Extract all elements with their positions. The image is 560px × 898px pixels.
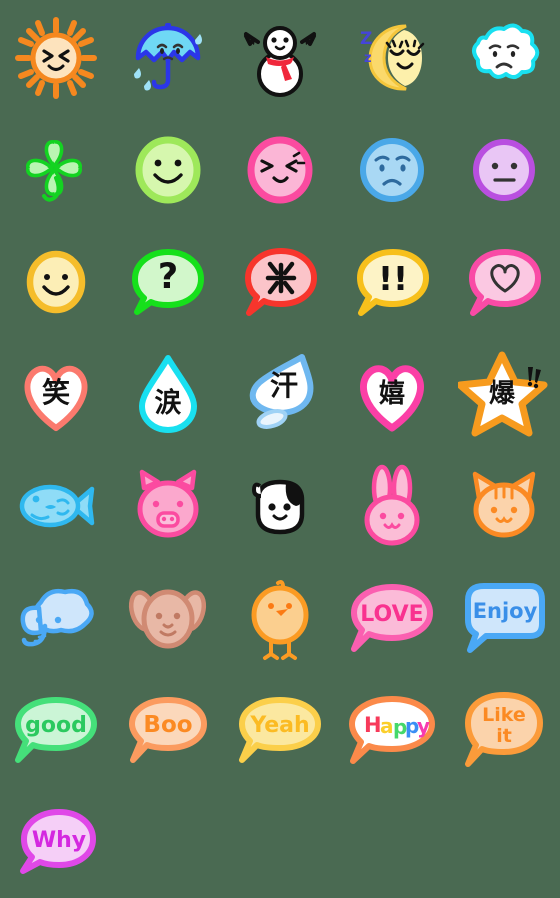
emoji-cell-speech-bubble-love[interactable]: LOVE: [336, 562, 448, 674]
speech-bubble-exclamation-icon: !!: [357, 249, 429, 316]
exclamation-glyph: !!: [378, 259, 408, 298]
emoji-cell-speech-bubble-like-it[interactable]: Like it: [448, 674, 560, 786]
emoji-cell-teardrop-kanji-namida[interactable]: 涙: [112, 338, 224, 450]
small-sweat-drop: [256, 409, 288, 429]
sun-smiling-icon: [15, 17, 97, 99]
face-smile-green-icon: [135, 136, 201, 204]
star-kanji-baku-icon: 爆: [458, 351, 548, 437]
emoji-cell-sun-smiling[interactable]: [0, 2, 112, 114]
emoji-cell-speech-bubble-enjoy[interactable]: Enjoy: [448, 562, 560, 674]
speech-bubble-why-icon: Why: [20, 809, 96, 874]
face-smile-yellow-icon: [26, 250, 86, 314]
emoji-cell-umbrella-rain-sad[interactable]: [112, 2, 224, 114]
emoji-cell-face-sad-blue[interactable]: [336, 114, 448, 226]
emoji-cell-speech-bubble-anger-mark[interactable]: [224, 226, 336, 338]
emoji-cell-cat-orange[interactable]: [448, 450, 560, 562]
face-sad-blue-icon: [360, 138, 424, 202]
happy-letter-5: y: [417, 714, 430, 738]
chick-orange-icon: [251, 580, 309, 660]
speech-bubble-heart-icon: [469, 249, 541, 316]
speech-bubble-question-icon: ?: [132, 249, 204, 315]
emoji-cell-chick-orange[interactable]: [224, 562, 336, 674]
happy-letter-2: a: [380, 714, 394, 738]
heart-kanji-ureshii-icon: 嬉: [360, 365, 424, 432]
speech-bubble-happy-icon: H a p p y: [349, 696, 435, 764]
teardrop-kanji-namida-icon: 涙: [139, 355, 197, 433]
emoji-cell-sweatdrop-kanji-ase[interactable]: 汗: [224, 338, 336, 450]
happy-letter-1: H: [364, 713, 382, 737]
crescent-moon-sleeping-icon: Z z: [360, 24, 425, 91]
emoji-cell-rabbit-pink[interactable]: [336, 450, 448, 562]
emoji-grid: Z z ? !! 笑 涙 汗 嬉 爆 LOVE Enjoy good Boo Y…: [0, 0, 560, 898]
speech-bubble-anger-mark-icon: [245, 248, 317, 316]
emoji-cell-face-smile-yellow[interactable]: [0, 226, 112, 338]
speech-bubble-like-it-icon: Like it: [465, 692, 543, 767]
kanji-warau: 笑: [42, 376, 70, 409]
emoji-cell-speech-bubble-question[interactable]: ?: [112, 226, 224, 338]
like-text-line2: it: [496, 725, 512, 747]
emoji-cell-speech-bubble-heart[interactable]: [448, 226, 560, 338]
kanji-namida: 涙: [155, 387, 182, 419]
emoji-cell-speech-bubble-yeah[interactable]: Yeah: [224, 674, 336, 786]
speech-bubble-love-icon: LOVE: [351, 584, 433, 652]
emoji-cell-crescent-moon-sleeping[interactable]: Z z: [336, 2, 448, 114]
cloud-sad-face-icon: [472, 23, 540, 79]
speech-bubble-yeah-icon: Yeah: [239, 697, 321, 763]
cow-black-white-icon: [252, 479, 305, 535]
emoji-cell-snowman-scarf[interactable]: [224, 2, 336, 114]
anger-vein-mark: [265, 261, 297, 295]
sweatdrop-kanji-ase-icon: 汗: [249, 354, 314, 429]
emoji-cell-face-wink-pink[interactable]: [224, 114, 336, 226]
speech-bubble-enjoy-icon: Enjoy: [465, 583, 545, 653]
elephant-blue-icon: [20, 588, 94, 647]
cat-orange-icon: [472, 471, 536, 538]
emoji-cell-face-smile-green[interactable]: [112, 114, 224, 226]
speech-bubble-good-icon: good: [15, 697, 97, 763]
face-neutral-purple-icon: [473, 139, 535, 201]
kanji-ase: 汗: [270, 369, 298, 402]
snowman-scarf-icon: [244, 26, 316, 97]
emoji-cell-face-neutral-purple[interactable]: [448, 114, 560, 226]
face-wink-pink-icon: [247, 136, 313, 204]
emoji-cell-four-leaf-clover[interactable]: [0, 114, 112, 226]
enjoy-text: Enjoy: [473, 599, 538, 623]
boo-text: Boo: [143, 712, 192, 738]
emoji-cell-speech-bubble-exclamation[interactable]: !!: [336, 226, 448, 338]
emoji-cell-elephant-blue[interactable]: [0, 562, 112, 674]
kanji-ureshii: 嬉: [379, 379, 405, 409]
question-mark-glyph: ?: [158, 257, 178, 297]
moon-z-large: Z: [360, 29, 372, 49]
emoji-cell-speech-bubble-happy[interactable]: H a p p y: [336, 674, 448, 786]
emoji-cell-cow-black-white[interactable]: [224, 450, 336, 562]
emoji-cell-pig-pink[interactable]: [112, 450, 224, 562]
heart-kanji-warau-icon: 笑: [24, 365, 88, 431]
speech-bubble-boo-icon: Boo: [129, 697, 207, 763]
like-text-line1: Like: [482, 704, 526, 726]
moon-z-small: z: [364, 51, 372, 66]
good-text: good: [25, 713, 87, 738]
emoji-cell-speech-bubble-why[interactable]: Why: [0, 786, 112, 898]
yeah-text: Yeah: [249, 713, 309, 738]
kanji-baku: 爆: [489, 379, 516, 409]
emoji-cell-cloud-sad-face[interactable]: [448, 2, 560, 114]
emoji-sheet: Z z ? !! 笑 涙 汗 嬉 爆 LOVE Enjoy good Boo Y…: [0, 0, 560, 896]
emoji-cell-speech-bubble-boo[interactable]: Boo: [112, 674, 224, 786]
emoji-cell-heart-kanji-warau[interactable]: 笑: [0, 338, 112, 450]
emoji-cell-heart-kanji-ureshii[interactable]: 嬉: [336, 338, 448, 450]
dog-brown-icon: [128, 589, 207, 649]
emoji-cell-star-kanji-baku[interactable]: 爆: [448, 338, 560, 450]
why-text: Why: [32, 828, 86, 853]
love-text: LOVE: [360, 602, 423, 627]
emoji-cell-dog-brown[interactable]: [112, 562, 224, 674]
rabbit-pink-icon: [364, 464, 420, 546]
emoji-cell-speech-bubble-good[interactable]: good: [0, 674, 112, 786]
pig-pink-icon: [137, 469, 199, 538]
fish-blue-icon: [19, 484, 95, 528]
emoji-cell-fish-blue[interactable]: [0, 450, 112, 562]
four-leaf-clover-icon: [26, 140, 82, 202]
umbrella-rain-sad-icon: [134, 23, 202, 91]
